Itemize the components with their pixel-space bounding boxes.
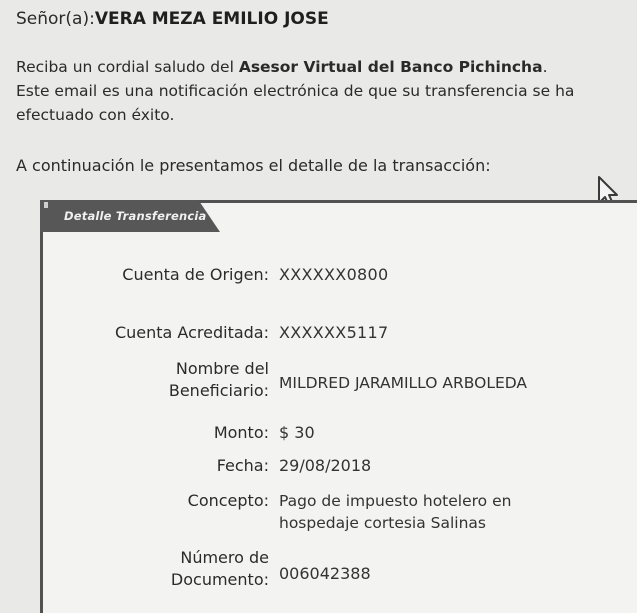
concept-value: Pago de impuesto hotelero en hospedaje c… [279,490,511,534]
credited-account-value: XXXXXX5117 [279,323,389,342]
concept-value-line-1: Pago de impuesto hotelero en [279,492,512,510]
beneficiary-label: Nombre del Beneficiario: [169,358,269,402]
transfer-detail-card [40,200,637,613]
greeting: Señor(a):VERA MEZA EMILIO JOSE [16,9,329,29]
date-label: Fecha: [216,456,269,475]
intro-paragraph: Reciba un cordial saludo del Asesor Virt… [16,55,631,127]
intro-line-2: Este email es una notificación electróni… [16,82,575,100]
intro-line-3: efectuado con éxito. [16,106,175,124]
bank-advisor-name: Asesor Virtual del Banco Pichincha [238,58,543,76]
intro-line-1: Reciba un cordial saludo del Asesor Virt… [16,55,631,79]
amount-label: Monto: [213,423,269,442]
concept-value-line-2: hospedaje cortesia Salinas [279,514,487,532]
card-tab: Detalle Transferencia [40,200,220,232]
document-number-label: Número de Documento: [171,547,269,591]
concept-label: Concepto: [187,491,269,510]
document-number-label-line-1: Número de [180,548,269,567]
recipient-name: VERA MEZA EMILIO JOSE [94,9,329,29]
document-number-value: 006042388 [279,564,371,583]
intro-line-1-text: Reciba un cordial saludo del [16,58,239,76]
origin-account-label: Cuenta de Origen: [122,265,269,284]
greeting-prefix: Señor(a): [16,9,95,29]
tab-notch [44,202,48,208]
beneficiary-label-line-2: Beneficiario: [168,381,269,400]
origin-account-value: XXXXXX0800 [279,265,389,284]
card-tab-label: Detalle Transferencia [64,209,207,223]
amount-value: $ 30 [279,423,315,442]
beneficiary-value: MILDRED JARAMILLO ARBOLEDA [279,374,528,392]
beneficiary-label-line-1: Nombre del [175,359,269,378]
date-value: 29/08/2018 [279,456,372,475]
document-number-label-line-2: Documento: [170,570,269,589]
credited-account-label: Cuenta Acreditada: [114,323,269,342]
detail-intro: A continuación le presentamos el detalle… [16,156,491,175]
intro-line-1-end: . [542,58,548,76]
